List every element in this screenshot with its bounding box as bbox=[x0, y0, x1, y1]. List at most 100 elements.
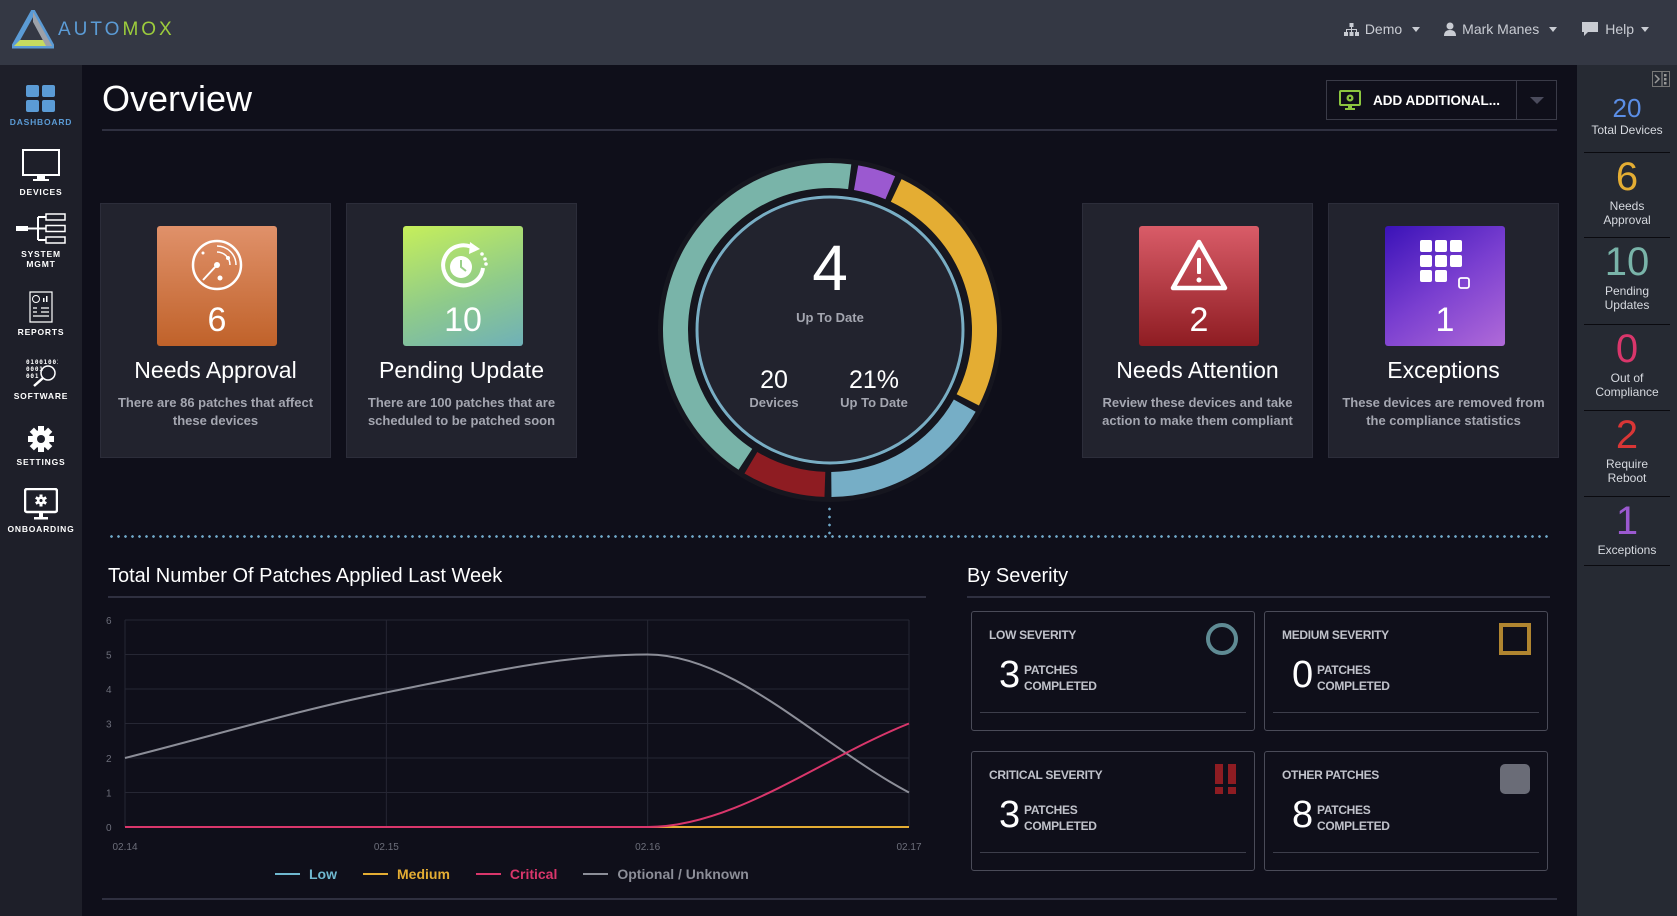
needs-attention-count: 2 bbox=[1189, 301, 1209, 339]
needs-attention-tile: 2 bbox=[1139, 226, 1259, 346]
card-needs-attention[interactable]: 2 Needs Attention Review these devices a… bbox=[1082, 203, 1313, 458]
severity-card-title: OTHER PATCHES bbox=[1282, 768, 1379, 782]
double-exclamation-icon bbox=[1215, 764, 1236, 794]
add-additional-button[interactable]: ADD ADDITIONAL... bbox=[1326, 80, 1557, 120]
stat-value: 0 bbox=[1615, 327, 1639, 371]
patches-title-rule bbox=[108, 596, 926, 598]
add-additional-dropdown[interactable] bbox=[1516, 81, 1556, 119]
x-tick-label: 02.15 bbox=[374, 842, 399, 853]
legend-swatch bbox=[583, 873, 609, 875]
grid-exception-icon bbox=[1420, 240, 1470, 289]
sidebar-label: DASHBOARD bbox=[9, 117, 73, 127]
patches-chart-title: Total Number Of Patches Applied Last Wee… bbox=[108, 565, 503, 587]
legend-label: Critical bbox=[509, 866, 558, 882]
stat-label: Total Devices bbox=[1591, 123, 1663, 137]
stat-total-devices[interactable]: 20 Total Devices bbox=[1584, 95, 1670, 153]
card-description: There are 100 patches that are scheduled… bbox=[367, 395, 556, 428]
section-divider-dots bbox=[108, 535, 1550, 538]
help-label: Help bbox=[1605, 21, 1634, 37]
severity-card-critical[interactable]: CRITICAL SEVERITY 3 PATCHES COMPLETED bbox=[971, 751, 1255, 871]
filled-square-icon bbox=[1500, 764, 1530, 794]
circle-icon bbox=[1206, 623, 1238, 655]
percent-label: Up To Date bbox=[840, 395, 908, 410]
report-icon bbox=[29, 291, 53, 323]
severity-unit: PATCHES COMPLETED bbox=[1317, 663, 1390, 693]
severity-card-low[interactable]: LOW SEVERITY 3 PATCHES COMPLETED bbox=[971, 611, 1255, 731]
connector-dots bbox=[828, 505, 831, 535]
legend-item[interactable]: Critical bbox=[475, 866, 558, 882]
sidebar-item-software[interactable]: 01001001 0001 001 SOFTWARE bbox=[0, 357, 82, 401]
legend-item[interactable]: Low bbox=[275, 866, 337, 882]
top-nav: Demo Mark Manes Help bbox=[1343, 21, 1649, 37]
y-tick-label: 1 bbox=[106, 789, 112, 800]
left-sidebar: DASHBOARD DEVICES SYSTEM MGMT REPORTS 01… bbox=[0, 65, 82, 916]
x-tick-label: 02.16 bbox=[635, 842, 660, 853]
exceptions-count: 1 bbox=[1435, 301, 1455, 339]
user-dropdown[interactable]: Mark Manes bbox=[1444, 21, 1558, 37]
page-title: Overview bbox=[102, 78, 253, 119]
pending-update-tile: 10 bbox=[403, 226, 523, 346]
chevron-down-icon bbox=[1412, 26, 1421, 32]
exceptions-tile: 1 bbox=[1385, 226, 1505, 346]
sidebar-item-settings[interactable]: SETTINGS bbox=[0, 425, 82, 467]
devices-value: 20 bbox=[760, 366, 788, 394]
org-dropdown[interactable]: Demo bbox=[1343, 21, 1421, 37]
onboarding-icon bbox=[24, 488, 58, 520]
chat-bubble-icon bbox=[1582, 22, 1599, 36]
sidebar-label: MGMT bbox=[26, 259, 56, 269]
right-summary-sidebar: 20 Total Devices 6 Needs Approval 10 Pending … bbox=[1577, 65, 1677, 916]
severity-unit: PATCHES COMPLETED bbox=[1317, 803, 1390, 833]
chevron-down-icon bbox=[1549, 26, 1558, 32]
chevron-down-icon bbox=[1529, 96, 1544, 104]
stat-label: Exceptions bbox=[1597, 543, 1657, 557]
needs-approval-count: 6 bbox=[207, 301, 227, 339]
chart-legend: Low Medium Critical Optional / Unknown bbox=[275, 866, 749, 882]
stat-exceptions[interactable]: 1 Exceptions bbox=[1584, 501, 1670, 566]
legend-swatch bbox=[363, 873, 388, 875]
legend-item[interactable]: Medium bbox=[363, 866, 450, 882]
legend-item[interactable]: Optional / Unknown bbox=[583, 866, 749, 882]
sidebar-item-reports[interactable]: REPORTS bbox=[0, 291, 82, 337]
software-icon: 010010010001001 bbox=[26, 359, 58, 387]
binary-text: 001 bbox=[26, 373, 39, 380]
stat-pending-updates[interactable]: 10 Pending Updates bbox=[1584, 242, 1670, 325]
severity-card-other[interactable]: OTHER PATCHES 8 PATCHES COMPLETED bbox=[1264, 751, 1548, 871]
stat-require-reboot[interactable]: 2 Require Reboot bbox=[1584, 415, 1670, 497]
stat-out-of-compliance[interactable]: 0 Out of Compliance bbox=[1584, 329, 1670, 411]
severity-card-medium[interactable]: MEDIUM SEVERITY 0 PATCHES COMPLETED bbox=[1264, 611, 1548, 731]
collapse-panel-icon bbox=[1654, 72, 1667, 86]
severity-count: 0 bbox=[1292, 654, 1314, 696]
title-divider bbox=[102, 129, 1557, 131]
logo-text: AUTOMOX bbox=[58, 19, 175, 40]
devices-label: Devices bbox=[749, 395, 799, 410]
clock-refresh-icon bbox=[441, 242, 488, 288]
radar-icon bbox=[191, 239, 243, 291]
stat-value: 1 bbox=[1615, 499, 1639, 543]
y-tick-label: 2 bbox=[106, 754, 112, 765]
pending-update-count: 10 bbox=[444, 301, 482, 339]
stat-needs-approval[interactable]: 6 Needs Approval bbox=[1584, 157, 1670, 238]
legend-label: Optional / Unknown bbox=[617, 866, 749, 882]
sidebar-label: SOFTWARE bbox=[13, 391, 69, 401]
legend-swatch bbox=[275, 873, 300, 875]
stat-value: 6 bbox=[1615, 155, 1639, 199]
devices-stat: 20 Devices bbox=[724, 366, 824, 411]
card-needs-approval[interactable]: 6 Needs Approval There are 86 patches th… bbox=[100, 203, 331, 458]
binary-text: 01001001 bbox=[26, 359, 58, 366]
bottom-divider bbox=[102, 898, 1557, 900]
sidebar-item-onboarding[interactable]: ONBOARDING bbox=[0, 488, 82, 534]
sidebar-label: DEVICES bbox=[19, 187, 63, 197]
automox-logo[interactable]: AUTOMOX bbox=[12, 10, 175, 50]
sidebar-item-system-mgmt[interactable]: SYSTEM MGMT bbox=[0, 213, 82, 269]
y-tick-label: 4 bbox=[106, 685, 112, 696]
sidebar-item-dashboard[interactable]: DASHBOARD bbox=[0, 85, 82, 127]
help-dropdown[interactable]: Help bbox=[1581, 21, 1649, 37]
card-exceptions[interactable]: 1 Exceptions These devices are removed f… bbox=[1328, 203, 1559, 458]
card-pending-update[interactable]: 10 Pending Update There are 100 patches … bbox=[346, 203, 577, 458]
sidebar-item-devices[interactable]: DEVICES bbox=[0, 149, 82, 197]
card-title: Needs Attention bbox=[1116, 357, 1279, 383]
sidebar-label: SYSTEM bbox=[21, 249, 61, 259]
chevron-down-icon bbox=[1641, 26, 1649, 32]
collapse-panel-button[interactable] bbox=[1652, 71, 1670, 87]
monitor-gear-icon bbox=[1339, 90, 1361, 110]
